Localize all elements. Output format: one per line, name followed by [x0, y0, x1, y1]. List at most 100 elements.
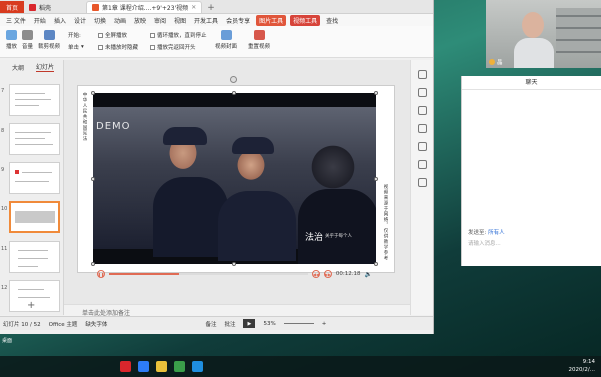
- send-to-select[interactable]: 所有人: [488, 230, 505, 236]
- video-cover-button[interactable]: 视频封面: [215, 30, 237, 50]
- participant-video: [514, 10, 554, 68]
- menu-item-home[interactable]: 开始: [32, 15, 48, 26]
- video-player[interactable]: 法治 关乎于每个人 DEMO: [93, 93, 376, 264]
- resize-handle[interactable]: [91, 91, 95, 95]
- start-label: 开始:: [68, 33, 81, 39]
- rotate-handle[interactable]: [230, 76, 237, 83]
- demo-watermark: DEMO: [96, 121, 131, 132]
- slideshow-button[interactable]: ▶: [243, 319, 256, 328]
- chat-input[interactable]: 请输入消息...: [468, 239, 501, 247]
- menu-item-view[interactable]: 视图: [172, 15, 188, 26]
- location-icon[interactable]: [418, 178, 427, 187]
- chevron-down-icon: ▾: [81, 44, 84, 50]
- menu-item-picture-tools[interactable]: 图片工具: [256, 14, 287, 26]
- app-icon[interactable]: [174, 361, 185, 372]
- slide-thumbnail-selected[interactable]: [9, 201, 60, 233]
- slide-number: 9: [1, 167, 5, 173]
- select-icon[interactable]: [418, 70, 427, 79]
- star-icon[interactable]: [418, 106, 427, 115]
- right-toolbar: [410, 60, 433, 315]
- start-mode-select[interactable]: 单击 ▾: [68, 43, 84, 51]
- rewind-checkbox[interactable]: 播放完返回开头: [150, 43, 196, 51]
- slide-number: 12: [1, 285, 8, 291]
- resize-handle[interactable]: [91, 177, 95, 181]
- menu-item-insert[interactable]: 插入: [52, 15, 68, 26]
- reset-icon: [253, 30, 265, 40]
- menu-item-animation[interactable]: 动画: [112, 15, 128, 26]
- loop-checkbox[interactable]: 循环播放，直到停止: [150, 31, 207, 39]
- hide-checkbox[interactable]: 未播放时隐藏: [98, 43, 138, 51]
- forward-button[interactable]: ▶▶: [323, 270, 332, 278]
- app-icon[interactable]: [138, 361, 149, 372]
- video-frame: 法治 关乎于每个人: [93, 107, 376, 264]
- comment-button[interactable]: 批注: [224, 320, 235, 328]
- notes-button[interactable]: 备注: [205, 320, 216, 328]
- fit-icon[interactable]: +: [322, 321, 327, 327]
- resize-handle[interactable]: [91, 262, 95, 266]
- fullscreen-checkbox[interactable]: 全屏播放: [98, 31, 127, 39]
- search-button[interactable]: 查找: [324, 15, 340, 26]
- tab-document[interactable]: 第1章 课程介绍....+9'+23'视频 ✕: [86, 1, 203, 13]
- wps-app-icon[interactable]: [120, 361, 131, 372]
- new-tab-icon[interactable]: +: [202, 3, 220, 13]
- docer-icon: [29, 3, 36, 11]
- clock-date: 2020/2/...: [568, 367, 595, 373]
- send-to-row: 发送至: 所有人: [468, 230, 505, 236]
- settings-icon[interactable]: [418, 160, 427, 169]
- system-tray: 9:14 2020/2/...: [569, 358, 595, 374]
- menu-bar: 三 文件 开始 插入 设计 切换 动画 放映 审阅 视图 开发工具 会员专享 图…: [0, 14, 433, 26]
- folder-icon[interactable]: [156, 361, 167, 372]
- theme-name: Office 主题: [48, 321, 78, 328]
- notes-placeholder[interactable]: 单击此处添加备注: [64, 304, 410, 317]
- slide-thumbnail[interactable]: [9, 162, 60, 194]
- desktop-label: 桌面: [2, 338, 13, 344]
- missing-font-button[interactable]: 缺失字体: [85, 320, 107, 328]
- resize-handle[interactable]: [374, 262, 378, 266]
- reset-video-button[interactable]: 重置视频: [248, 30, 270, 50]
- participant-label: 晶: [489, 58, 503, 66]
- camera-feed: 晶: [486, 0, 601, 68]
- resize-handle[interactable]: [374, 177, 378, 181]
- slide-number: 8: [1, 128, 5, 134]
- play-button[interactable]: 播放: [6, 30, 17, 50]
- layers-icon[interactable]: [418, 142, 427, 151]
- crop-video-button[interactable]: 裁剪视频: [38, 30, 60, 50]
- tab-home[interactable]: 首页: [0, 1, 24, 13]
- pause-button[interactable]: ❚❚: [97, 270, 105, 278]
- slide-thumbnail[interactable]: [9, 84, 60, 116]
- menu-item-design[interactable]: 设计: [72, 15, 88, 26]
- progress-bar[interactable]: [109, 273, 308, 275]
- zoom-level: 53%: [263, 320, 276, 327]
- rewind-button[interactable]: ◀◀: [311, 270, 320, 278]
- resize-handle[interactable]: [374, 91, 378, 95]
- wps-window: 首页 稻壳 第1章 课程介绍....+9'+23'视频 ✕ + 三 文件 开始 …: [0, 0, 434, 334]
- menu-item-member[interactable]: 会员专享: [224, 15, 252, 26]
- slide-thumbnail[interactable]: [9, 123, 60, 155]
- close-tab-icon[interactable]: ✕: [191, 4, 196, 11]
- tab-docer[interactable]: 稻壳: [24, 1, 56, 13]
- menu-item-slideshow[interactable]: 放映: [132, 15, 148, 26]
- menu-item-dev[interactable]: 开发工具: [192, 15, 220, 26]
- browser-icon[interactable]: [192, 361, 203, 372]
- tab-slides[interactable]: 幻灯片: [36, 62, 55, 72]
- help-icon[interactable]: [418, 124, 427, 133]
- video-time: 00:12.18: [335, 271, 361, 277]
- menu-item-review[interactable]: 审阅: [152, 15, 168, 26]
- add-slide-icon[interactable]: +: [27, 300, 35, 311]
- speaker-icon[interactable]: 🔈: [365, 271, 372, 278]
- slide-thumbnail[interactable]: [9, 241, 60, 273]
- tab-outline[interactable]: 大纲: [12, 63, 24, 72]
- zoom-slider[interactable]: [283, 323, 314, 324]
- menu-item-transition[interactable]: 切换: [92, 15, 108, 26]
- menu-item-video-tools[interactable]: 视频工具: [290, 14, 321, 26]
- ppt-icon: [92, 4, 100, 11]
- left-vertical-text: 中华人民共和国宪法: [82, 92, 87, 142]
- resize-handle[interactable]: [232, 262, 236, 266]
- resize-handle[interactable]: [232, 91, 236, 95]
- video-subcaption: 关乎于每个人: [325, 234, 352, 239]
- chat-title: 聊天: [462, 76, 601, 90]
- volume-button[interactable]: 音量: [22, 30, 33, 50]
- menu-item-file[interactable]: 三 文件: [4, 15, 28, 26]
- shape-icon[interactable]: [418, 88, 427, 97]
- status-bar: 幻灯片 10 / 52 Office 主题 缺失字体 备注 批注 ▶ 53% +: [0, 316, 433, 330]
